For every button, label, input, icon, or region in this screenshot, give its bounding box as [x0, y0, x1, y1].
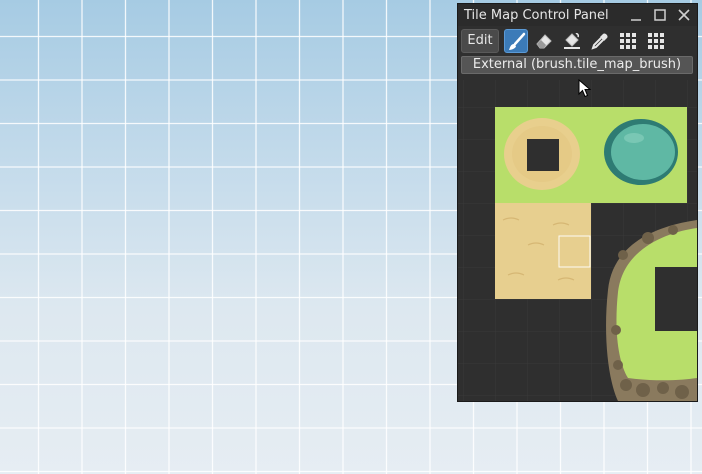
panel-title: Tile Map Control Panel [464, 8, 609, 23]
tile-palette[interactable] [458, 80, 697, 401]
tile-palette-canvas [458, 80, 697, 401]
grass-water-tile[interactable] [591, 107, 687, 203]
grid-tool-button[interactable] [616, 29, 640, 53]
close-icon [678, 9, 690, 21]
maximize-icon [654, 9, 666, 21]
mouse-cursor-icon [578, 79, 592, 98]
edit-button[interactable]: Edit [461, 29, 499, 53]
close-button[interactable] [676, 7, 692, 23]
brush-icon [509, 32, 526, 50]
panel-titlebar[interactable]: Tile Map Control Panel [458, 4, 697, 26]
minimize-button[interactable] [628, 7, 644, 23]
eyedropper-tool-button[interactable] [588, 29, 612, 53]
panel-toolbar: Edit [458, 28, 697, 56]
eraser-tool-button[interactable] [532, 29, 556, 53]
brush-selector-dropdown[interactable]: External (brush.tile_map_brush) [461, 56, 693, 74]
minimize-icon [631, 19, 641, 21]
paint-bucket-icon [564, 33, 580, 49]
tile-map-control-panel: Tile Map Control Panel Edit External (br… [457, 3, 698, 402]
grid-icon [648, 33, 664, 49]
eyedropper-icon [591, 33, 608, 50]
grid-tool-button[interactable] [644, 29, 668, 53]
grass-sand-tile[interactable] [495, 107, 591, 203]
brush-tool-button[interactable] [504, 29, 528, 53]
eraser-icon [536, 34, 552, 49]
grid-icon [620, 33, 636, 49]
fill-tool-button[interactable] [560, 29, 584, 53]
sand-tile[interactable] [495, 203, 591, 299]
maximize-button[interactable] [652, 7, 668, 23]
